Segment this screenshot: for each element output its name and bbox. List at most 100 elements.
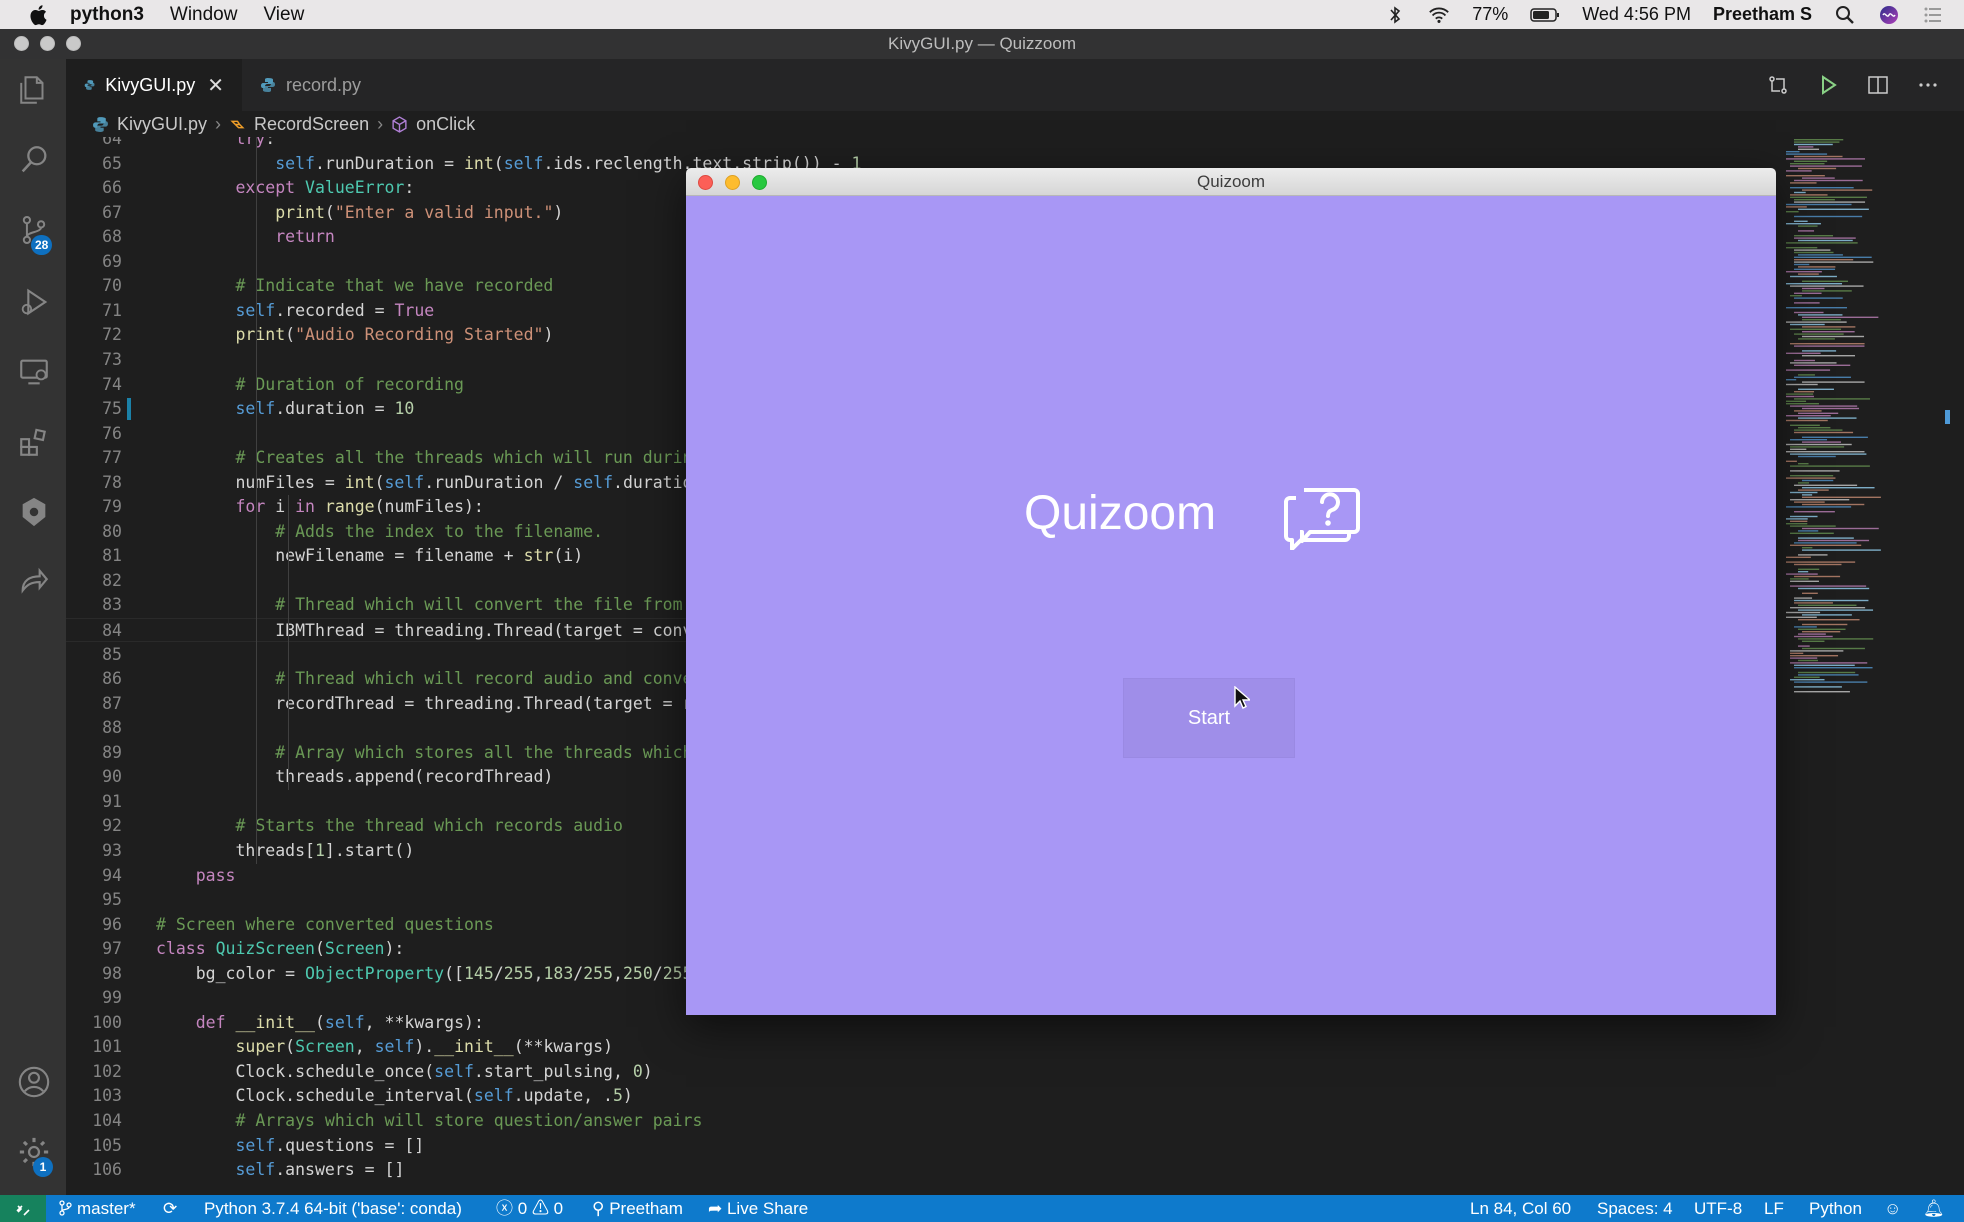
minimap-line <box>1802 441 1841 443</box>
minimap-line <box>1790 525 1836 527</box>
minimap-line <box>1794 635 1833 638</box>
close-tab-icon[interactable]: ✕ <box>207 73 224 98</box>
language-mode[interactable]: Python <box>1809 1195 1862 1222</box>
remote-icon <box>16 1205 30 1216</box>
code-line[interactable]: 64 try: <box>66 137 1766 151</box>
app-close-button[interactable] <box>698 175 713 190</box>
menu-view[interactable]: View <box>263 4 304 26</box>
remote-explorer-icon[interactable] <box>17 355 51 389</box>
menu-app-name[interactable]: python3 <box>70 4 144 26</box>
close-window-button[interactable] <box>14 36 29 51</box>
minimap-line <box>1798 254 1843 256</box>
tab-record[interactable]: record.py <box>242 59 392 111</box>
minimap-line <box>1790 532 1834 534</box>
notifications-bell-icon[interactable]: 🔔︎ <box>1923 1195 1945 1222</box>
minimap-line <box>1794 626 1817 628</box>
minimap-line <box>1802 331 1855 333</box>
code-line[interactable]: 101 super(Screen, self).__init__(**kwarg… <box>66 1035 1766 1059</box>
run-file-icon[interactable] <box>1816 73 1840 97</box>
zoom-window-button[interactable] <box>66 36 81 51</box>
code-text: Clock.schedule_interval(self.update, .5) <box>156 1086 633 1106</box>
apple-icon[interactable] <box>28 4 48 26</box>
cursor-position[interactable]: Ln 84, Col 60 <box>1470 1195 1571 1222</box>
code-line[interactable]: 103 Clock.schedule_interval(self.update,… <box>66 1084 1766 1108</box>
app-minimize-button[interactable] <box>725 175 740 190</box>
accounts-icon[interactable] <box>17 1065 51 1099</box>
minimap-line <box>1786 170 1812 172</box>
tab-kivygui[interactable]: KivyGUI.py ✕ <box>66 59 242 111</box>
line-number: 99 <box>102 988 122 1008</box>
breadcrumb-method[interactable]: onClick <box>416 114 475 135</box>
git-branch[interactable]: master* <box>58 1195 136 1222</box>
liveshare-button[interactable]: ➦ Live Share <box>708 1195 808 1222</box>
minimap-line <box>1794 391 1815 393</box>
minimap-line <box>1790 165 1862 167</box>
minimap-line <box>1790 295 1802 297</box>
menu-window[interactable]: Window <box>170 4 238 26</box>
code-text: # Duration of recording <box>235 374 464 394</box>
minimize-window-button[interactable] <box>40 36 55 51</box>
indentation[interactable]: Spaces: 4 <box>1597 1195 1673 1222</box>
minimap-line <box>1798 374 1815 376</box>
run-debug-icon[interactable] <box>17 285 51 319</box>
problems-indicator[interactable]: ⓧ 0 ⚠ 0 <box>496 1195 563 1222</box>
minimap-line <box>1798 674 1859 676</box>
minimap[interactable] <box>1782 137 1952 697</box>
minimap-line <box>1798 604 1857 606</box>
explorer-icon[interactable] <box>17 73 51 107</box>
minimap-line <box>1798 266 1836 268</box>
search-icon[interactable] <box>17 143 51 177</box>
end-of-line[interactable]: LF <box>1764 1195 1784 1222</box>
encoding[interactable]: UTF-8 <box>1694 1195 1742 1222</box>
line-number: 95 <box>102 890 122 910</box>
feedback-icon[interactable]: ☺ <box>1884 1195 1901 1222</box>
minimap-line <box>1790 585 1867 587</box>
minimap-line <box>1790 285 1864 287</box>
minimap-line <box>1798 482 1810 484</box>
code-line[interactable]: 102 Clock.schedule_once(self.start_pulsi… <box>66 1060 1766 1084</box>
open-changes-icon[interactable] <box>1766 73 1790 97</box>
minimap-line <box>1794 256 1872 258</box>
python-interpreter[interactable]: Python 3.7.4 64-bit ('base': conda) <box>204 1195 462 1222</box>
split-editor-icon[interactable] <box>1866 73 1890 97</box>
scrollbar-marker[interactable] <box>1945 410 1950 424</box>
minimap-line <box>1798 568 1820 570</box>
line-number: 82 <box>102 570 122 590</box>
extensions-icon[interactable] <box>17 425 51 459</box>
quizoom-app-window[interactable]: Quizoom Quizoom Start <box>686 168 1776 1015</box>
code-text: IBMThread = threading.Thread(target = co… <box>156 621 693 640</box>
menu-user[interactable]: Preetham S <box>1713 4 1812 25</box>
minimap-line <box>1786 506 1852 508</box>
remote-indicator[interactable] <box>0 1195 46 1222</box>
minimap-line <box>1786 616 1817 618</box>
spotlight-search-icon[interactable] <box>1834 5 1856 25</box>
app-zoom-button[interactable] <box>752 175 767 190</box>
siri-icon[interactable] <box>1878 5 1900 25</box>
minimap-line <box>1786 393 1814 395</box>
minimap-line <box>1794 686 1842 688</box>
notification-center-icon[interactable] <box>1922 5 1944 25</box>
minimap-line <box>1794 681 1868 683</box>
code-text: super(Screen, self).__init__(**kwargs) <box>235 1037 614 1057</box>
bluetooth-icon[interactable] <box>1384 5 1406 25</box>
minimap-line <box>1802 326 1856 328</box>
menu-clock[interactable]: Wed 4:56 PM <box>1582 4 1691 25</box>
code-line[interactable]: 105 self.questions = [] <box>66 1134 1766 1158</box>
code-line[interactable]: 106 self.answers = [] <box>66 1158 1766 1182</box>
breadcrumb-file[interactable]: KivyGUI.py <box>117 114 207 135</box>
minimap-line <box>1798 239 1853 242</box>
start-button[interactable]: Start <box>1123 678 1295 758</box>
anaconda-icon[interactable] <box>17 495 51 529</box>
minimap-line <box>1802 631 1841 633</box>
live-share-icon[interactable] <box>17 565 51 599</box>
breadcrumb-class[interactable]: RecordScreen <box>254 114 369 135</box>
liveshare-user[interactable]: ⚲ Preetham <box>592 1195 683 1222</box>
wifi-icon[interactable] <box>1428 5 1450 25</box>
battery-icon[interactable] <box>1530 5 1560 25</box>
line-number: 66 <box>102 178 122 198</box>
minimap-line <box>1798 273 1819 275</box>
code-line[interactable]: 104 # Arrays which will store question/a… <box>66 1109 1766 1133</box>
minimap-line <box>1802 350 1837 352</box>
sync-icon[interactable]: ⟳ <box>163 1195 177 1222</box>
more-actions-icon[interactable] <box>1916 73 1940 97</box>
